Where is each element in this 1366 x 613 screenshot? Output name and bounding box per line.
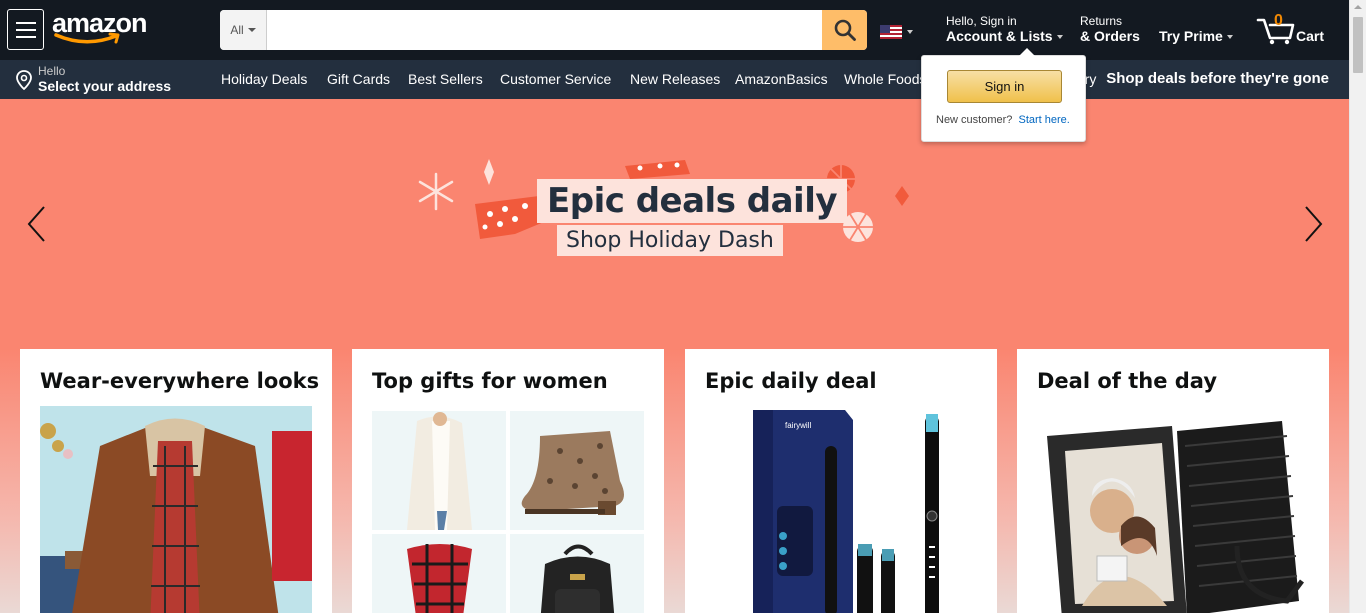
top-navigation-bar: amazon All Hello, Sign in Account & List…: [0, 0, 1349, 60]
address-greeting: Hello: [38, 64, 66, 78]
address-label: Select your address: [38, 78, 172, 94]
returns-label: Returns: [1080, 14, 1123, 28]
try-prime-text: Try Prime: [1159, 28, 1223, 44]
carousel-next-arrow-icon[interactable]: [1300, 204, 1326, 244]
try-prime-label: Try Prime: [1159, 28, 1233, 45]
card-title: Deal of the day: [1037, 369, 1218, 393]
carousel-prev-arrow-icon[interactable]: [24, 204, 50, 244]
cardigan-image[interactable]: [372, 411, 506, 530]
card-title: Top gifts for women: [372, 369, 608, 393]
nav-link-holiday-deals[interactable]: Holiday Deals: [221, 71, 307, 87]
try-prime-menu[interactable]: Try Prime: [1159, 28, 1233, 45]
card-deal-of-the-day[interactable]: Deal of the day: [1017, 349, 1329, 613]
sign-in-button[interactable]: Sign in: [947, 70, 1062, 103]
hero-subtitle-box[interactable]: Shop Holiday Dash: [557, 225, 783, 256]
location-pin-icon: [16, 69, 32, 90]
card-wear-everywhere-looks[interactable]: Wear-everywhere looks: [20, 349, 332, 613]
account-lists-menu[interactable]: Hello, Sign in Account & Lists: [946, 14, 1063, 45]
search-button[interactable]: [822, 10, 867, 50]
logo-smile-icon: [54, 32, 120, 44]
search-category-label: All: [230, 23, 244, 37]
nav-link-whole-foods[interactable]: Whole Foods: [844, 71, 926, 87]
amazon-logo[interactable]: amazon: [52, 6, 152, 46]
search-category-dropdown[interactable]: All: [220, 10, 267, 50]
new-customer-prompt: New customer? Start here.: [936, 114, 1070, 126]
chevron-down-icon: [247, 28, 256, 32]
nav-link-amazonbasics[interactable]: AmazonBasics: [735, 71, 828, 87]
nav-link-gift-cards[interactable]: Gift Cards: [327, 71, 390, 87]
account-greeting: Hello, Sign in: [946, 14, 1017, 28]
electric-toothbrush-image[interactable]: fairywill: [705, 406, 977, 613]
chevron-down-icon: [1226, 34, 1233, 39]
nav-link-customer-service[interactable]: Customer Service: [500, 71, 611, 87]
sign-in-flyout: Sign in New customer? Start here.: [921, 48, 1086, 142]
ankle-boot-image[interactable]: [510, 411, 644, 530]
plaid-scarf-image[interactable]: [372, 534, 506, 613]
nav-link-best-sellers[interactable]: Best Sellers: [408, 71, 483, 87]
account-lists-label: Account & Lists: [946, 28, 1063, 45]
account-lists-text: Account & Lists: [946, 28, 1053, 44]
scroll-up-arrow-icon[interactable]: [1354, 5, 1362, 9]
card-epic-daily-deal[interactable]: Epic daily deal fairywill: [685, 349, 997, 613]
start-here-link[interactable]: Start here.: [1018, 114, 1069, 126]
hamburger-menu-icon[interactable]: [7, 9, 44, 50]
hero-title: Epic deals daily: [547, 181, 838, 221]
hero-subtitle: Shop Holiday Dash: [566, 228, 774, 253]
scroll-thumb[interactable]: [1353, 17, 1363, 73]
search-icon: [834, 19, 856, 41]
hero-title-box: Epic deals daily: [537, 179, 848, 223]
digital-photo-frame-image[interactable]: [1037, 406, 1309, 613]
cart-label: Cart: [1296, 28, 1325, 44]
new-customer-text: New customer?: [936, 114, 1013, 126]
promo-link[interactable]: Shop deals before they're gone: [1106, 70, 1329, 87]
svg-text:fairywill: fairywill: [785, 421, 811, 430]
returns-orders-link[interactable]: Returns & Orders: [1080, 14, 1140, 45]
language-selector[interactable]: [880, 25, 916, 39]
hero-carousel: Epic deals daily Shop Holiday Dash Wear-…: [0, 99, 1349, 613]
cart-count: 0: [1274, 12, 1283, 29]
card-title: Wear-everywhere looks: [40, 369, 320, 393]
us-flag-icon: [880, 25, 902, 39]
gift-grid: [372, 411, 644, 613]
black-backpack-image[interactable]: [510, 534, 644, 613]
nav-link-new-releases[interactable]: New Releases: [630, 71, 720, 87]
chevron-down-icon: [907, 30, 913, 34]
search-bar: All: [220, 10, 867, 50]
secondary-navigation-bar: Hello Select your address Holiday Deals …: [0, 60, 1349, 99]
orders-label: & Orders: [1080, 28, 1140, 44]
delivery-address-selector[interactable]: Hello Select your address: [15, 65, 171, 94]
jacket-outfit-image[interactable]: [40, 406, 312, 613]
card-title: Epic daily deal: [705, 369, 877, 393]
search-input[interactable]: [267, 10, 822, 50]
chevron-down-icon: [1056, 34, 1063, 39]
vertical-scrollbar[interactable]: [1349, 0, 1366, 613]
cart-button[interactable]: 0 Cart: [1256, 12, 1331, 46]
card-top-gifts-for-women[interactable]: Top gifts for women: [352, 349, 664, 613]
